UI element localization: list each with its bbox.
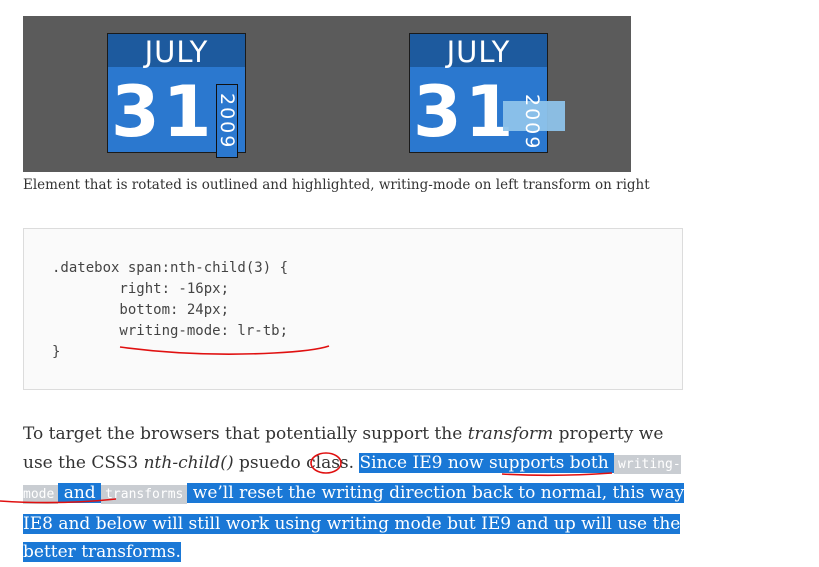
code-listing: .datebox span:nth-child(3) { right: -16p… (52, 258, 288, 363)
datebox-transform: JULY 31 2009 (409, 33, 565, 153)
code-line: right: -16px; (52, 281, 230, 297)
para-text: psuedo class. (233, 452, 355, 473)
body-paragraph: To target the browsers that potentially … (23, 420, 693, 567)
datebox-year-rotated: 2009 (521, 93, 543, 151)
para-emphasis-nth-child: nth-child() (143, 452, 234, 473)
datebox-day: 31 (111, 71, 215, 153)
para-emphasis-transform: transform (467, 424, 554, 444)
selected-text[interactable]: Since IE9 now supports both (359, 452, 615, 473)
code-line: writing-mode: lr-tb; (52, 323, 289, 339)
code-block: .datebox span:nth-child(3) { right: -16p… (23, 228, 683, 390)
datebox-month: JULY (410, 34, 547, 69)
selected-text[interactable]: and (58, 483, 102, 503)
code-line: bottom: 24px; (52, 302, 230, 318)
image-caption: Element that is rotated is outlined and … (23, 177, 650, 193)
datebox-day: 31 (413, 71, 517, 153)
code-line: .datebox span:nth-child(3) { (52, 260, 289, 276)
para-text: To target the browsers that potentially … (23, 424, 468, 444)
code-line: } (52, 344, 61, 360)
datebox-month: JULY (108, 34, 245, 69)
datebox-writing-mode: JULY 31 2009 (107, 33, 246, 158)
inline-code-transforms[interactable]: transforms (101, 485, 188, 504)
datebox-year-outlined: 2009 (216, 84, 238, 158)
datebox-demo-image: JULY 31 2009 JULY 31 2009 (23, 16, 631, 172)
